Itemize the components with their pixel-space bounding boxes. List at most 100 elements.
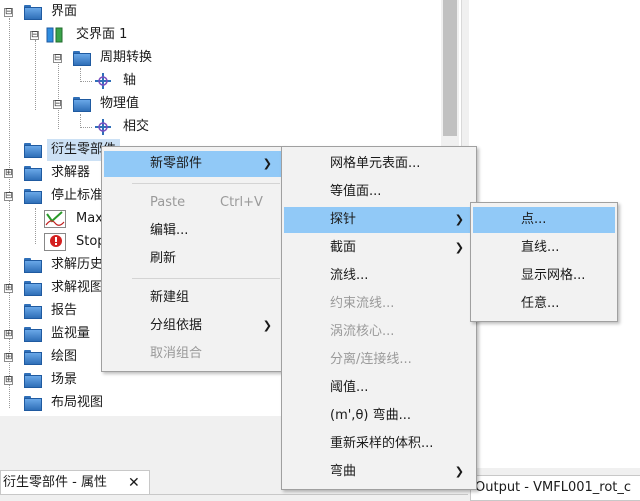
folder-icon	[24, 304, 42, 319]
menu-item-label: (m',θ) 弯曲...	[330, 408, 411, 423]
tree-item-label: 绘图	[51, 349, 78, 364]
menu-item-constrained-streamline[interactable]: 约束流线...	[284, 291, 474, 317]
menu-item-cell-surface[interactable]: 网格单元表面...	[284, 151, 474, 177]
menu-item-label: 截面	[330, 240, 357, 255]
collapse-icon[interactable]: ⊟	[53, 100, 62, 109]
menu-item-label: 编辑...	[150, 223, 189, 238]
menu-item-probe[interactable]: 探针 ❯	[284, 207, 474, 233]
tree-connector	[80, 81, 92, 82]
max-criterion-icon	[44, 210, 66, 228]
menu-item-new-group[interactable]: 新建组	[104, 285, 282, 311]
tree-item-intersect[interactable]: 相交	[0, 116, 441, 138]
tree-item-label: 报告	[51, 303, 78, 318]
tree-item-axis[interactable]: 轴	[0, 70, 441, 92]
tab-label: 衍生零部件 - 属性	[3, 475, 107, 490]
menu-item-arbitrary[interactable]: 任意...	[473, 291, 615, 317]
menu-item-section[interactable]: 截面 ❯	[284, 235, 474, 261]
folder-icon	[24, 189, 42, 204]
menu-item-m-theta-warp[interactable]: (m',θ) 弯曲...	[284, 403, 474, 429]
menu-item-vortex-core[interactable]: 涡流核心...	[284, 319, 474, 345]
tab-output[interactable]: Output - VMFL001_rot_c	[470, 475, 640, 501]
menu-item-label: 显示网格...	[521, 268, 586, 283]
scrollbar-thumb[interactable]	[443, 0, 457, 136]
expand-icon[interactable]: ⊞	[4, 353, 13, 362]
folder-icon	[24, 166, 42, 181]
menu-item-refresh[interactable]: 刷新	[104, 246, 282, 272]
expand-icon[interactable]: ⊞	[4, 330, 13, 339]
submenu-arrow-icon: ❯	[454, 465, 464, 478]
tree-item-label: 停止标准	[51, 188, 104, 203]
menu-item-label: 流线...	[330, 268, 369, 283]
folder-icon	[24, 258, 42, 273]
intersect-icon	[95, 119, 111, 135]
menu-item-label: 取消组合	[150, 346, 203, 361]
folder-icon	[73, 51, 91, 66]
menu-item-line[interactable]: 直线...	[473, 235, 615, 261]
menu-item-ungroup[interactable]: 取消组合	[104, 341, 282, 367]
tree-item-label: 物理值	[100, 96, 140, 111]
menu-item-label: Paste	[150, 195, 186, 210]
menu-item-label: 涡流核心...	[330, 324, 395, 339]
tree-item-interface-1[interactable]: ⊟ 交界面 1	[0, 24, 441, 46]
tab-derived-parts-properties[interactable]: 衍生零部件 - 属性 ✕	[0, 470, 150, 494]
tree-item-label: 交界面 1	[76, 27, 128, 42]
menu-item-new-part[interactable]: 新零部件 ❯	[104, 151, 282, 177]
collapse-icon[interactable]: ⊟	[4, 8, 13, 17]
folder-icon	[73, 97, 91, 112]
tab-label: Output - VMFL001_rot_c	[475, 480, 632, 495]
tree-item-label: 求解器	[51, 165, 91, 180]
menu-item-threshold[interactable]: 阈值...	[284, 375, 474, 401]
close-icon[interactable]: ✕	[128, 471, 140, 495]
menu-item-streamline[interactable]: 流线...	[284, 263, 474, 289]
expand-icon[interactable]: ⊞	[4, 169, 13, 178]
axis-icon	[95, 73, 111, 89]
menu-separator	[132, 183, 280, 184]
tree-item-periodic-transform[interactable]: ⊟ 周期转换	[0, 47, 441, 69]
folder-icon	[24, 5, 42, 20]
menu-item-label: 网格单元表面...	[330, 156, 421, 171]
new-part-submenu: 网格单元表面... 等值面... 探针 ❯ 截面 ❯ 流线... 约束流线...…	[281, 146, 477, 490]
tree-item-label: 场景	[51, 372, 78, 387]
tree-item-label: 相交	[123, 119, 150, 134]
collapse-icon[interactable]: ⊟	[30, 31, 39, 40]
menu-separator	[132, 278, 280, 279]
collapse-icon[interactable]: ⊟	[4, 192, 13, 201]
menu-item-label: 等值面...	[330, 184, 382, 199]
submenu-arrow-icon: ❯	[262, 157, 272, 170]
menu-item-point[interactable]: 点...	[473, 207, 615, 233]
menu-item-warp[interactable]: 弯曲 ❯	[284, 459, 474, 485]
folder-icon	[24, 373, 42, 388]
menu-item-resampled-volume[interactable]: 重新采样的体积...	[284, 431, 474, 457]
menu-item-isosurface[interactable]: 等值面...	[284, 179, 474, 205]
collapse-icon[interactable]: ⊟	[53, 54, 62, 63]
menu-item-label: 分组依据	[150, 318, 203, 333]
menu-item-label: 分离/连接线...	[330, 352, 412, 367]
menu-item-label: 弯曲	[330, 464, 357, 479]
properties-panel	[0, 494, 468, 501]
menu-item-label: 重新采样的体积...	[330, 436, 434, 451]
menu-item-show-grid[interactable]: 显示网格...	[473, 263, 615, 289]
menu-item-separation-line[interactable]: 分离/连接线...	[284, 347, 474, 373]
stop-criterion-icon	[44, 233, 66, 251]
tree-item-interfaces[interactable]: ⊟ 界面	[0, 1, 441, 23]
menu-item-label: 刷新	[150, 251, 177, 266]
menu-item-label: 新建组	[150, 290, 190, 305]
menu-item-edit[interactable]: 编辑...	[104, 218, 282, 244]
tree-item-physics-values[interactable]: ⊟ 物理值	[0, 93, 441, 115]
menu-item-label: 阈值...	[330, 380, 369, 395]
probe-submenu: 点... 直线... 显示网格... 任意...	[470, 202, 618, 322]
interface-icon	[46, 27, 63, 43]
tree-item-label: Max	[76, 211, 103, 226]
tree-item-label: 求解历史	[51, 257, 104, 272]
context-menu: 新零部件 ❯ Paste Ctrl+V 编辑... 刷新 新建组 分组依据 ❯ …	[101, 146, 285, 372]
menu-item-label: 探针	[330, 212, 357, 227]
menu-item-label: 任意...	[521, 296, 560, 311]
expand-icon[interactable]: ⊞	[4, 284, 13, 293]
expand-icon[interactable]: ⊞	[4, 376, 13, 385]
menu-item-group-by[interactable]: 分组依据 ❯	[104, 313, 282, 339]
menu-item-label: 直线...	[521, 240, 560, 255]
tree-item-label: 轴	[123, 73, 137, 88]
menu-item-paste[interactable]: Paste Ctrl+V	[104, 190, 282, 216]
submenu-arrow-icon: ❯	[262, 319, 272, 332]
folder-icon	[24, 143, 42, 158]
